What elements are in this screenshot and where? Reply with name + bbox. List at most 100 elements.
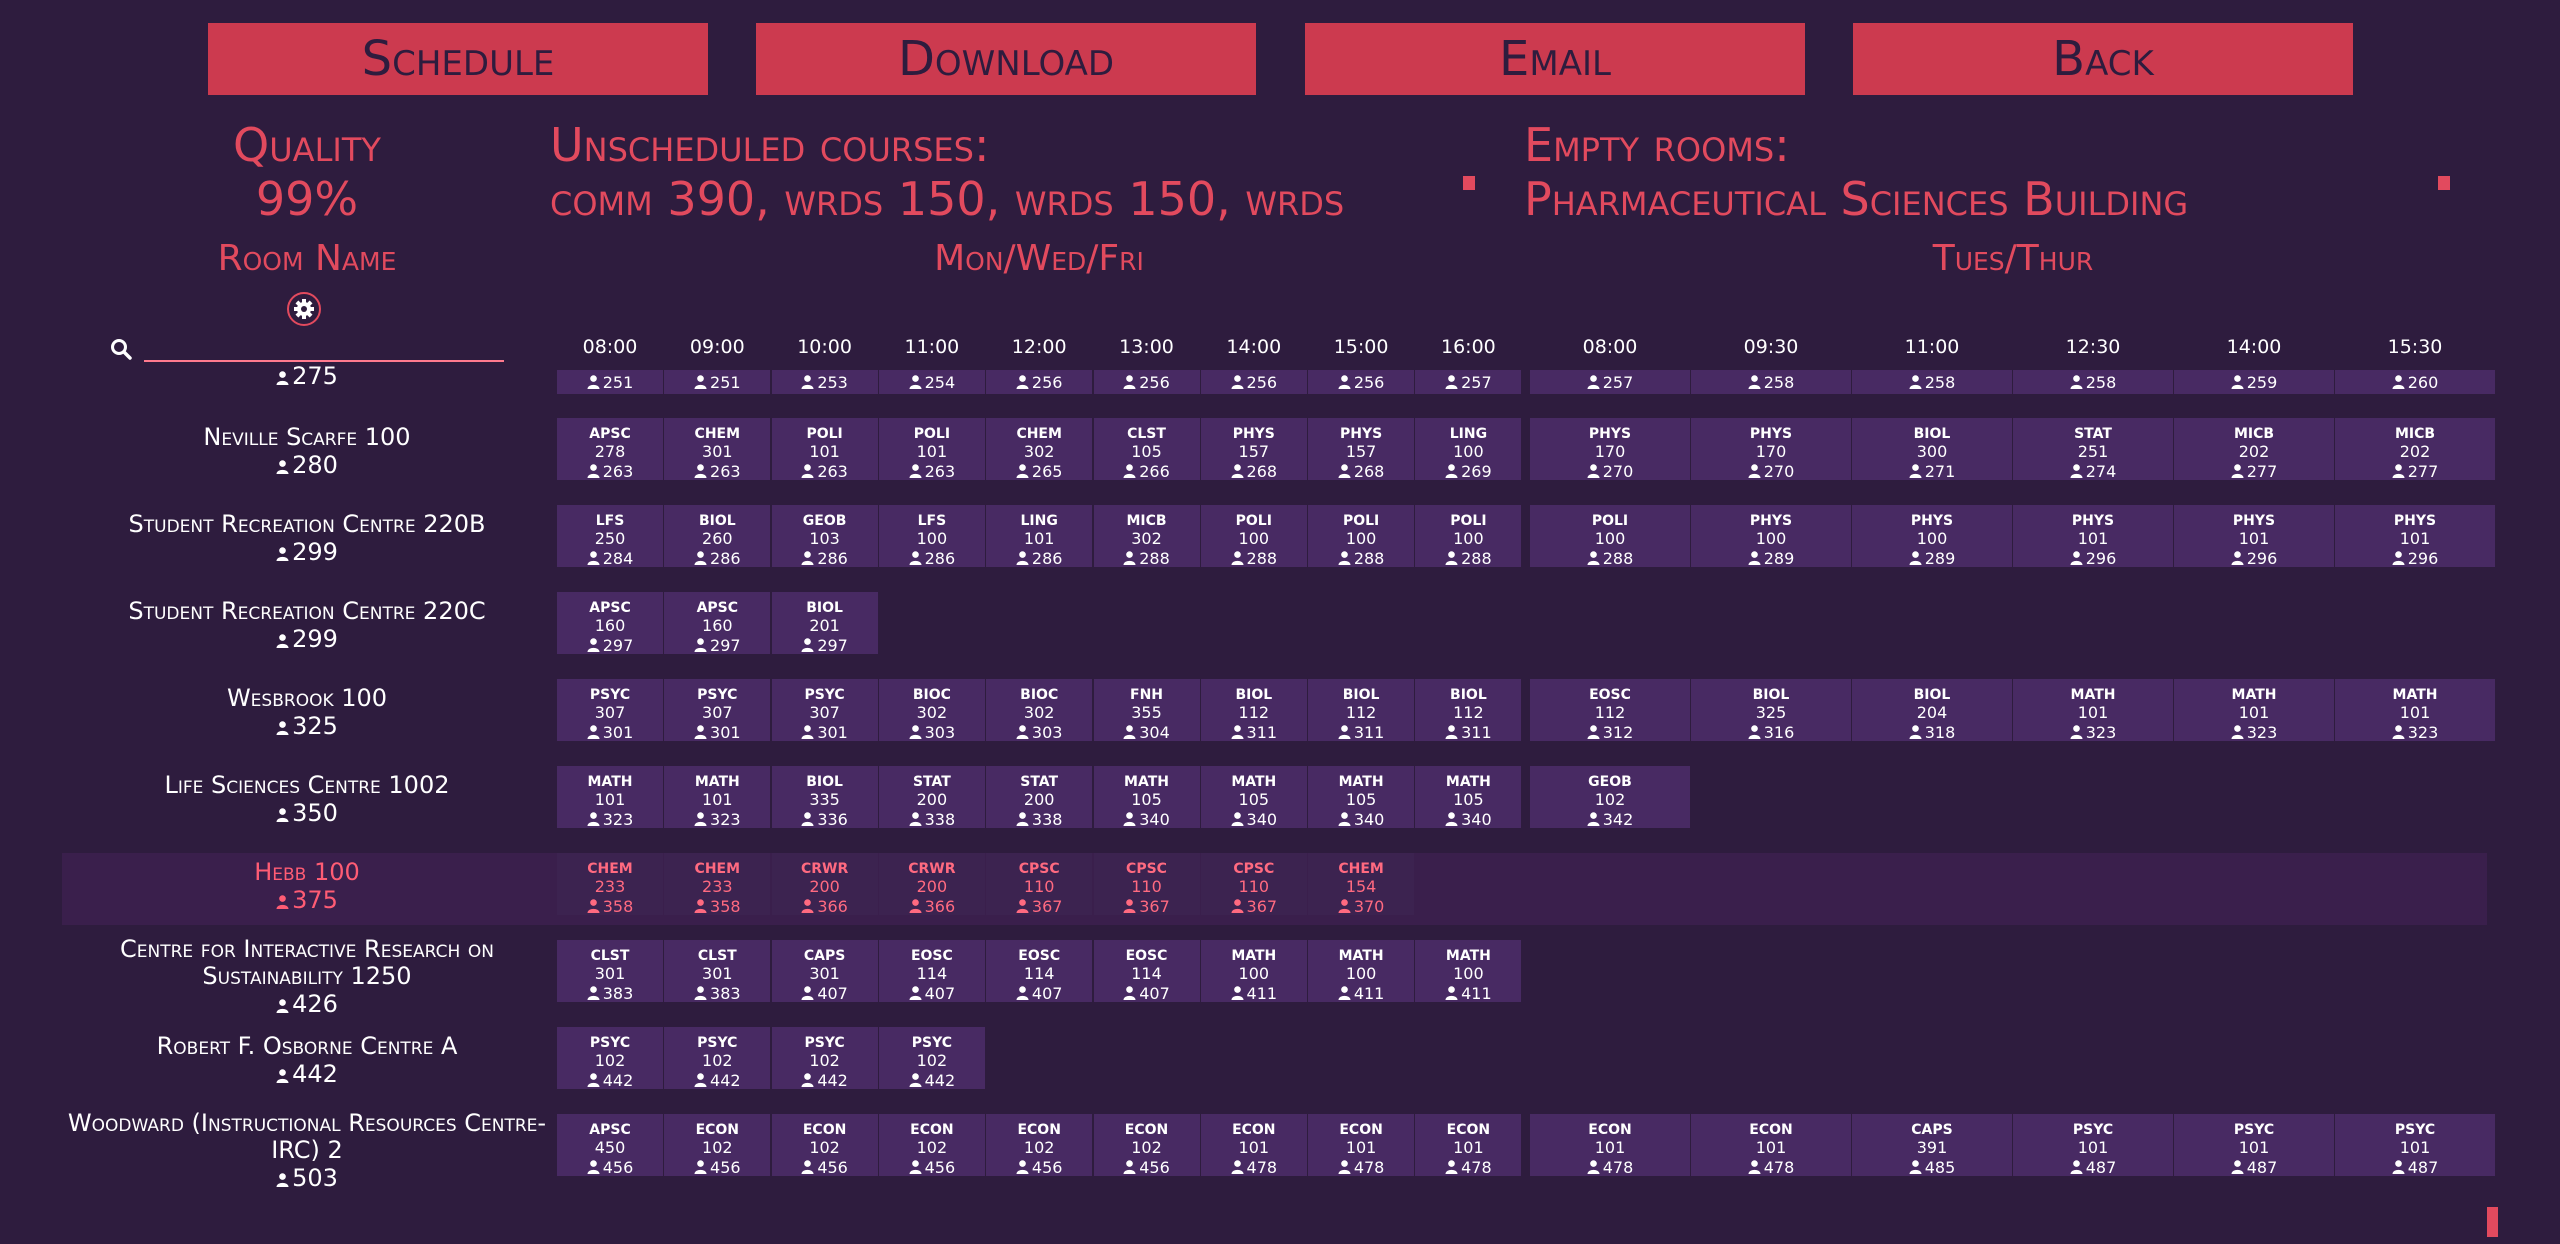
schedule-cell[interactable]: MICB 202 277 — [2174, 418, 2334, 481]
schedule-cell[interactable]: CHEM 233 358 — [557, 853, 663, 916]
schedule-cell[interactable]: MATH 101 323 — [2335, 679, 2495, 742]
schedule-cell[interactable]: CPSC 110 367 — [986, 853, 1093, 916]
room-label[interactable]: Neville Scarfe 100 280 — [62, 424, 552, 480]
schedule-cell[interactable]: POLI 100 288 — [1200, 505, 1307, 568]
schedule-cell[interactable]: CHEM 302 265 — [986, 418, 1093, 481]
schedule-cell-partial[interactable]: 253 — [771, 370, 878, 394]
schedule-cell[interactable]: PSYC 307 301 — [771, 679, 878, 742]
schedule-cell[interactable]: PSYC 102 442 — [771, 1027, 878, 1090]
schedule-cell[interactable]: PSYC 101 487 — [2013, 1114, 2173, 1177]
schedule-cell[interactable]: LING 100 269 — [1415, 418, 1522, 481]
schedule-cell[interactable]: ECON 102 456 — [986, 1114, 1093, 1177]
schedule-cell[interactable]: MATH 100 411 — [1200, 940, 1307, 1003]
unscheduled-scrollbar[interactable] — [1463, 176, 1475, 190]
schedule-cell[interactable]: POLI 100 288 — [1308, 505, 1415, 568]
schedule-cell[interactable]: PSYC 102 442 — [664, 1027, 771, 1090]
room-label[interactable]: Student Recreation Centre 220C 299 — [62, 598, 552, 654]
schedule-cell-partial[interactable]: 256 — [986, 370, 1093, 394]
schedule-cell[interactable]: EOSC 114 407 — [986, 940, 1093, 1003]
schedule-cell[interactable]: MATH 100 411 — [1308, 940, 1415, 1003]
schedule-cell[interactable]: BIOL 300 271 — [1852, 418, 2012, 481]
schedule-cell[interactable]: BIOL 335 336 — [771, 766, 878, 829]
schedule-cell[interactable]: PHYS 100 289 — [1852, 505, 2012, 568]
schedule-cell[interactable]: MATH 101 323 — [557, 766, 663, 829]
schedule-cell[interactable]: APSC 160 297 — [557, 592, 663, 655]
room-label[interactable]: Robert F. Osborne Centre A 442 — [62, 1033, 552, 1089]
schedule-cell[interactable]: LFS 100 286 — [878, 505, 985, 568]
schedule-cell[interactable]: BIOL 112 311 — [1200, 679, 1307, 742]
schedule-cell[interactable]: MICB 202 277 — [2335, 418, 2495, 481]
schedule-cell-partial[interactable]: 254 — [878, 370, 985, 394]
room-label[interactable]: Woodward (Instructional Resources Centre… — [62, 1110, 552, 1193]
schedule-cell[interactable]: PSYC 102 442 — [557, 1027, 663, 1090]
schedule-cell[interactable]: PSYC 101 487 — [2174, 1114, 2334, 1177]
schedule-cell[interactable]: ECON 101 478 — [1200, 1114, 1307, 1177]
schedule-cell[interactable]: MATH 100 411 — [1415, 940, 1522, 1003]
schedule-cell[interactable]: ECON 101 478 — [1530, 1114, 1690, 1177]
schedule-cell[interactable]: CLST 301 383 — [557, 940, 663, 1003]
schedule-cell[interactable]: ECON 102 456 — [664, 1114, 771, 1177]
schedule-cell-partial[interactable]: 256 — [1093, 370, 1200, 394]
room-label[interactable]: Hebb 100 375 — [62, 859, 552, 915]
schedule-cell[interactable]: LFS 250 284 — [557, 505, 663, 568]
schedule-cell[interactable]: MATH 101 323 — [2174, 679, 2334, 742]
schedule-cell[interactable]: CPSC 110 367 — [1093, 853, 1200, 916]
schedule-cell[interactable]: MATH 101 323 — [664, 766, 771, 829]
schedule-cell[interactable]: EOSC 114 407 — [878, 940, 985, 1003]
schedule-cell[interactable]: CLST 301 383 — [664, 940, 771, 1003]
back-button[interactable]: Back — [1853, 23, 2353, 95]
schedule-cell[interactable]: PHYS 100 289 — [1691, 505, 1851, 568]
schedule-cell-partial[interactable]: 251 — [664, 370, 771, 394]
schedule-cell[interactable]: MATH 101 323 — [2013, 679, 2173, 742]
schedule-cell[interactable]: POLI 100 288 — [1415, 505, 1522, 568]
schedule-cell-partial[interactable]: 257 — [1530, 370, 1690, 394]
schedule-cell[interactable]: CRWR 200 366 — [878, 853, 985, 916]
schedule-cell[interactable]: BIOC 302 303 — [878, 679, 985, 742]
room-label[interactable]: Centre for Interactive Research on Susta… — [62, 936, 552, 1019]
schedule-cell[interactable]: CLST 105 266 — [1093, 418, 1200, 481]
schedule-cell[interactable]: MATH 105 340 — [1200, 766, 1307, 829]
gear-icon[interactable] — [287, 292, 321, 326]
schedule-cell[interactable]: CPSC 110 367 — [1200, 853, 1307, 916]
room-name-sort-label[interactable]: Room Name — [62, 238, 552, 279]
schedule-cell[interactable]: ECON 101 478 — [1415, 1114, 1522, 1177]
schedule-cell-partial[interactable]: 257 — [1415, 370, 1522, 394]
schedule-cell[interactable]: PHYS 157 268 — [1200, 418, 1307, 481]
schedule-cell[interactable]: PHYS 101 296 — [2335, 505, 2495, 568]
schedule-cell[interactable]: STAT 200 338 — [986, 766, 1093, 829]
download-button[interactable]: Download — [756, 23, 1256, 95]
room-label[interactable]: Wesbrook 100 325 — [62, 685, 552, 741]
schedule-cell[interactable]: GEOB 102 342 — [1530, 766, 1690, 829]
schedule-cell[interactable]: CAPS 301 407 — [771, 940, 878, 1003]
empty-rooms-scrollbar[interactable] — [2438, 176, 2450, 190]
schedule-cell[interactable]: PSYC 102 442 — [878, 1027, 985, 1090]
schedule-cell[interactable]: PHYS 101 296 — [2013, 505, 2173, 568]
room-label[interactable]: Life Sciences Centre 1002 350 — [62, 772, 552, 828]
schedule-cell[interactable]: PHYS 170 270 — [1530, 418, 1690, 481]
schedule-cell[interactable]: BIOL 112 311 — [1415, 679, 1522, 742]
schedule-cell[interactable]: STAT 251 274 — [2013, 418, 2173, 481]
schedule-cell[interactable]: CHEM 301 263 — [664, 418, 771, 481]
schedule-cell[interactable]: FNH 355 304 — [1093, 679, 1200, 742]
schedule-cell[interactable]: PSYC 307 301 — [557, 679, 663, 742]
schedule-cell[interactable]: BIOL 204 318 — [1852, 679, 2012, 742]
schedule-cell[interactable]: ECON 102 456 — [1093, 1114, 1200, 1177]
schedule-cell[interactable]: BIOL 201 297 — [771, 592, 878, 655]
schedule-cell[interactable]: MATH 105 340 — [1308, 766, 1415, 829]
schedule-cell[interactable]: PHYS 101 296 — [2174, 505, 2334, 568]
schedule-cell-partial[interactable]: 251 — [557, 370, 663, 394]
schedule-cell[interactable]: PSYC 307 301 — [664, 679, 771, 742]
schedule-cell[interactable]: GEOB 103 286 — [771, 505, 878, 568]
schedule-cell[interactable]: BIOL 112 311 — [1308, 679, 1415, 742]
schedule-cell[interactable]: MATH 105 340 — [1415, 766, 1522, 829]
schedule-cell-partial[interactable]: 256 — [1200, 370, 1307, 394]
schedule-button[interactable]: Schedule — [208, 23, 708, 95]
schedule-cell[interactable]: BIOL 325 316 — [1691, 679, 1851, 742]
schedule-cell[interactable]: ECON 102 456 — [878, 1114, 985, 1177]
schedule-cell-partial[interactable]: 260 — [2335, 370, 2495, 394]
schedule-cell-partial[interactable]: 259 — [2174, 370, 2334, 394]
schedule-cell[interactable]: ECON 101 478 — [1308, 1114, 1415, 1177]
schedule-cell[interactable]: PSYC 101 487 — [2335, 1114, 2495, 1177]
email-button[interactable]: Email — [1305, 23, 1805, 95]
schedule-cell-partial[interactable]: 258 — [1691, 370, 1851, 394]
